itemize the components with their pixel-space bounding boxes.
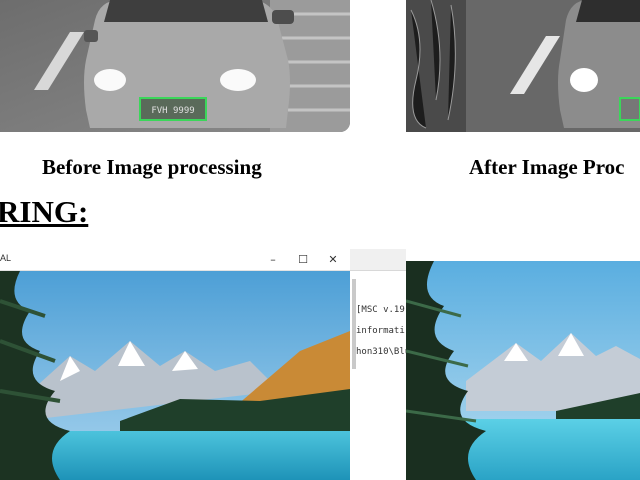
- before-caption: Before Image processing: [42, 155, 262, 179]
- maximize-button[interactable]: ☐: [288, 249, 318, 270]
- processed-lake-image: [406, 261, 640, 480]
- processed-image-window: [406, 249, 640, 480]
- processed-window-titlebar[interactable]: [406, 249, 640, 261]
- car-image-after: [406, 0, 640, 132]
- image-viewer-window: AL – ☐ ✕: [0, 249, 351, 480]
- after-caption: After Image Proc: [469, 155, 625, 179]
- console-panel: [MSC v.19 informati hon310\Blu: [350, 249, 406, 480]
- car-image-before: FVH 9999: [0, 0, 350, 132]
- console-line: hon310\Blu: [356, 347, 406, 357]
- lake-landscape-image: [0, 271, 350, 480]
- console-titlebar[interactable]: [350, 249, 406, 271]
- svg-text:FVH 9999: FVH 9999: [151, 106, 194, 116]
- before-processing-photo: FVH 9999: [0, 0, 350, 132]
- after-processing-photo: [406, 0, 640, 132]
- section-heading: RING:: [0, 194, 89, 229]
- window-titlebar[interactable]: AL – ☐ ✕: [0, 249, 350, 271]
- window-title: AL: [0, 253, 12, 263]
- close-button[interactable]: ✕: [318, 249, 348, 270]
- minimize-button[interactable]: –: [258, 249, 288, 270]
- console-line: informati: [356, 326, 405, 336]
- console-line: [MSC v.19: [356, 305, 405, 315]
